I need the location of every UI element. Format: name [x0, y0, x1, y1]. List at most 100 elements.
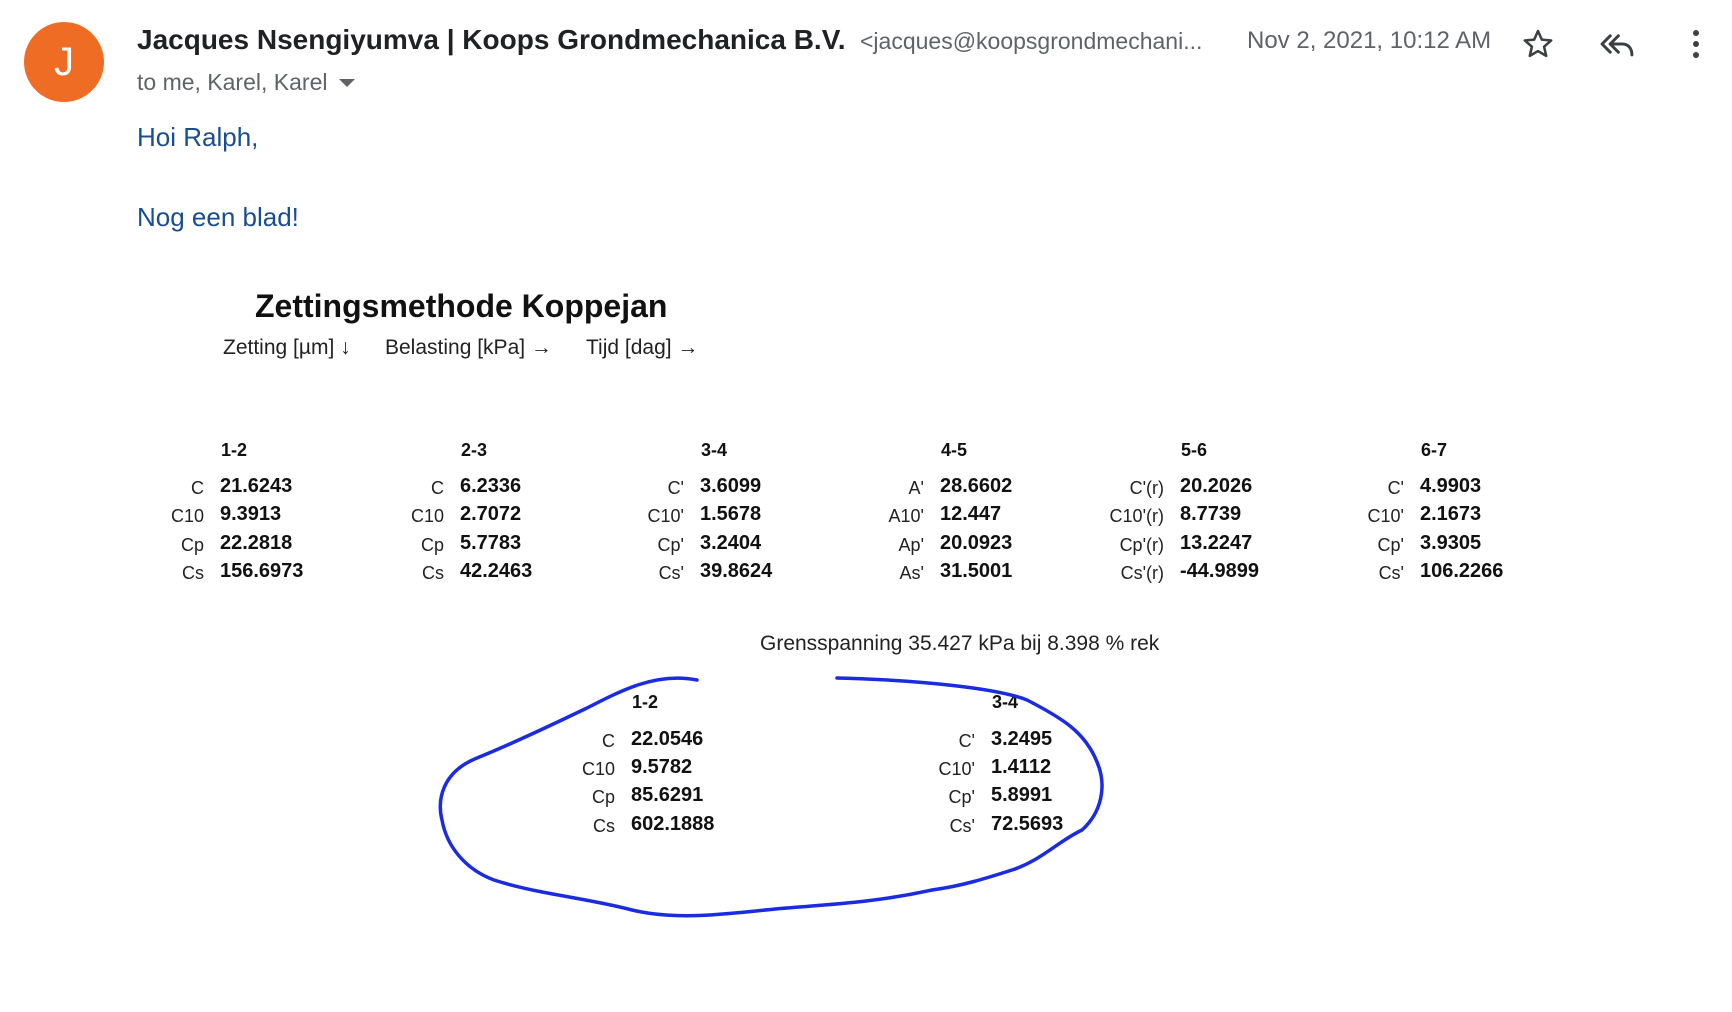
coefficient-value: 602.1888 — [631, 813, 715, 835]
coefficient-row: C10 9.3913 — [134, 503, 334, 531]
sender-name[interactable]: Jacques Nsengiyumva | Koops Grondmechani… — [137, 24, 846, 56]
coefficient-label: Cp' — [1377, 535, 1404, 555]
sheet-title: Zettingsmethode Koppejan — [255, 288, 668, 324]
avatar-letter: J — [54, 39, 74, 84]
coefficient-label: Cp — [420, 535, 444, 555]
block-header: 3-4 — [991, 692, 1018, 712]
coefficient-row: Cs 42.2463 — [374, 560, 574, 588]
block-header: 1-2 — [220, 440, 247, 460]
axis-label-zetting: Zetting [µm] ↓ — [223, 336, 351, 359]
coefficient-label: Cs — [182, 563, 204, 583]
block-header: 1-2 — [631, 692, 658, 712]
coefficient-block: 5-6 C'(r) 20.2026 C10'(r) 8.7739 Cp'(r) 13.224… — [1094, 440, 1294, 600]
coefficient-row: As' 31.5001 — [854, 560, 1054, 588]
coefficient-value: 6.2336 — [460, 475, 522, 497]
coefficient-value: 42.2463 — [460, 560, 533, 582]
axis-label-belasting: Belasting [kPa] → — [385, 336, 552, 359]
coefficient-value: 21.6243 — [220, 475, 293, 497]
coefficient-row: Cs' 106.2266 — [1334, 560, 1534, 588]
coefficient-label: C10 — [581, 759, 615, 779]
coefficient-label: Cs'(r) — [1120, 563, 1164, 583]
coefficient-label: A' — [908, 478, 924, 498]
coefficient-value: 9.3913 — [220, 503, 282, 525]
block-header: 5-6 — [1180, 440, 1207, 460]
coefficient-row: C 6.2336 — [374, 475, 574, 503]
coefficient-row: A' 28.6602 — [854, 475, 1054, 503]
coefficient-label: C10 — [410, 506, 444, 526]
coefficient-row: C10'(r) 8.7739 — [1094, 503, 1294, 531]
coefficient-row: C'(r) 20.2026 — [1094, 475, 1294, 503]
sender-email[interactable]: <jacques@koopsgrondmechani... — [860, 28, 1202, 55]
coefficient-value: 8.7739 — [1180, 503, 1242, 525]
coefficient-row: C 22.0546 — [545, 728, 745, 756]
coefficient-value: 1.4112 — [991, 756, 1052, 778]
coefficient-value: 4.9903 — [1420, 475, 1482, 497]
coefficient-value: 2.7072 — [460, 503, 522, 525]
coefficient-label: Cp' — [948, 787, 975, 807]
coefficient-block: 1-2 C 22.0546 C10 9.5782 Cp 85.6291 Cs 602.1888 — [545, 692, 745, 852]
handwritten-circle-annotation — [438, 676, 1104, 918]
coefficient-value: 9.5782 — [631, 756, 693, 778]
coefficient-label: Cp'(r) — [1119, 535, 1164, 555]
coefficient-label: Cs — [422, 563, 444, 583]
recipients-text: to me, Karel, Karel — [137, 69, 328, 95]
coefficient-row: Cp 85.6291 — [545, 784, 745, 812]
recipients-toggle[interactable]: to me, Karel, Karel — [137, 69, 356, 96]
coefficient-value: 13.2247 — [1180, 532, 1253, 554]
sender-avatar[interactable]: J — [24, 22, 104, 102]
coefficient-label: C10'(r) — [1109, 506, 1164, 526]
coefficient-label: C — [602, 731, 615, 751]
coefficient-label: Ap' — [898, 535, 924, 555]
coefficient-block: 1-2 C 21.6243 C10 9.3913 Cp 22.2818 Cs 156.6973 — [134, 440, 334, 600]
coefficient-block: 4-5 A' 28.6602 A10' 12.447 Ap' 20.0923 As' 31.50… — [854, 440, 1054, 600]
block-header: 6-7 — [1420, 440, 1447, 460]
coefficient-block: 3-4 C' 3.2495 C10' 1.4112 Cp' 5.8991 Cs' 72.5693 — [905, 692, 1105, 852]
more-options-button[interactable] — [1674, 22, 1718, 66]
coefficient-label: C'(r) — [1129, 478, 1164, 498]
coefficient-row: Cp' 5.8991 — [905, 784, 1105, 812]
coefficient-value: 5.8991 — [991, 784, 1053, 806]
coefficient-value: 3.6099 — [700, 475, 762, 497]
coefficient-row: C 21.6243 — [134, 475, 334, 503]
coefficient-label: C10' — [647, 506, 684, 526]
coefficient-row: Cs' 72.5693 — [905, 813, 1105, 841]
coefficient-row: Cp' 3.2404 — [614, 532, 814, 560]
coefficient-value: 31.5001 — [940, 560, 1013, 582]
greeting-text: Hoi Ralph, — [137, 122, 259, 152]
coefficient-value: 85.6291 — [631, 784, 704, 806]
block-header: 4-5 — [940, 440, 967, 460]
coefficient-value: 3.2404 — [700, 532, 762, 554]
coefficient-label: Cs' — [949, 816, 975, 836]
coefficient-row: C10' 2.1673 — [1334, 503, 1534, 531]
coefficient-block: 3-4 C' 3.6099 C10' 1.5678 Cp' 3.2404 Cs' 39.8624 — [614, 440, 814, 600]
coefficient-label: As' — [899, 563, 924, 583]
coefficient-value: 3.9305 — [1420, 532, 1482, 554]
reply-all-button[interactable] — [1595, 22, 1639, 66]
message-text: Nog een blad! — [137, 202, 299, 232]
star-icon — [1523, 29, 1553, 58]
coefficient-label: Cp — [180, 535, 204, 555]
coefficient-value: 2.1673 — [1420, 503, 1482, 525]
coefficient-row: C' 3.6099 — [614, 475, 814, 503]
coefficient-value: -44.9899 — [1180, 560, 1259, 582]
coefficient-value: 72.5693 — [991, 813, 1064, 835]
coefficient-row: Cp' 3.9305 — [1334, 532, 1534, 560]
star-button[interactable] — [1516, 22, 1560, 66]
chevron-down-icon — [339, 78, 356, 87]
coefficient-value: 12.447 — [940, 503, 1002, 525]
coefficient-row: Cp 5.7783 — [374, 532, 574, 560]
coefficient-row: C10 9.5782 — [545, 756, 745, 784]
coefficient-label: Cp — [591, 787, 615, 807]
coefficient-value: 3.2495 — [991, 728, 1053, 750]
reply-all-icon — [1600, 34, 1634, 57]
coefficient-label: C10' — [938, 759, 975, 779]
coefficient-row: C10 2.7072 — [374, 503, 574, 531]
coefficient-label: C10' — [1367, 506, 1404, 526]
coefficient-value: 22.2818 — [220, 532, 293, 554]
axis-label-tijd: Tijd [dag] → — [586, 336, 699, 359]
coefficient-label: C — [431, 478, 444, 498]
coefficient-row: Cp 22.2818 — [134, 532, 334, 560]
coefficient-label: C' — [667, 478, 684, 498]
coefficient-value: 5.7783 — [460, 532, 522, 554]
coefficient-row: C10' 1.5678 — [614, 503, 814, 531]
